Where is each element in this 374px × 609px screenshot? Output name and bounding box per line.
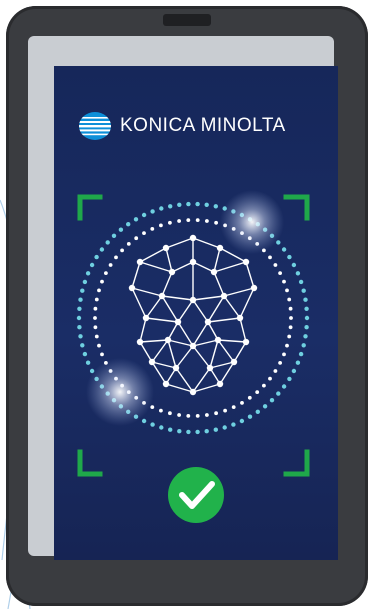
scan-glow-bottom-left (86, 358, 154, 426)
face-mesh-icon (128, 234, 258, 396)
scan-frame-corner-bottom-left (77, 449, 103, 477)
check-circle-icon (168, 467, 224, 523)
scan-frame-corner-top-right (283, 194, 310, 221)
face-scan-graphic (76, 190, 310, 523)
scan-glow-top-right (220, 190, 284, 254)
scan-frame-corner-bottom-right (283, 449, 310, 477)
scan-frame-corner-top-left (77, 194, 103, 221)
